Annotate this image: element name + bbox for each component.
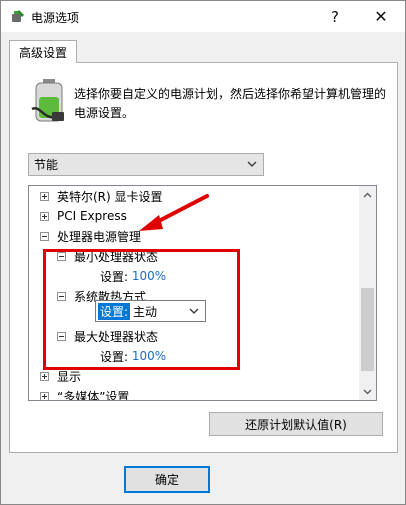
ok-button[interactable]: 确定 (124, 466, 210, 493)
close-button[interactable]: ✕ (359, 1, 403, 32)
min-processor-setting[interactable]: 设置: 100% (100, 266, 166, 286)
power-options-icon (12, 10, 24, 22)
scroll-down-button[interactable] (359, 383, 376, 400)
power-plan-value: 节能 (34, 158, 59, 172)
help-button[interactable]: ? (313, 1, 357, 32)
window-title: 电源选项 (31, 11, 80, 25)
expand-icon[interactable] (40, 211, 49, 221)
collapse-icon[interactable] (57, 291, 66, 301)
expand-icon[interactable] (40, 391, 49, 400)
tab-advanced-settings[interactable]: 高级设置 (9, 40, 77, 63)
tree-item-min-processor-state[interactable]: 最小处理器状态 (57, 246, 158, 266)
cooling-policy-select[interactable]: 设置: 主动 (95, 300, 206, 322)
tree-item-pci-express[interactable]: PCI Express (40, 206, 127, 226)
chevron-up-icon (363, 192, 372, 197)
expand-icon[interactable] (40, 371, 49, 381)
tree-item-multimedia[interactable]: “多媒体”设置 (40, 386, 129, 400)
cooling-policy-value: 主动 (133, 304, 158, 319)
settings-tree[interactable]: 英特尔(R) 显卡设置 PCI Express 处理器电源管理 最小处理器状态 … (28, 185, 377, 401)
advanced-settings-panel: 选择你要自定义的电源计划，然后选择你希望计算机管理的电源设置。 节能 英特尔(R… (9, 62, 398, 453)
battery-icon (31, 79, 64, 122)
setting-label: 设置: (98, 302, 131, 320)
power-plan-select[interactable]: 节能 (28, 153, 264, 176)
vertical-scrollbar[interactable] (359, 186, 376, 400)
title-bar: 电源选项 ? ✕ (1, 1, 405, 32)
chevron-down-icon (189, 308, 199, 314)
chevron-down-icon (247, 161, 257, 167)
tree-item-max-processor-state[interactable]: 最大处理器状态 (57, 326, 158, 346)
collapse-icon[interactable] (57, 331, 66, 341)
description-text: 选择你要自定义的电源计划，然后选择你希望计算机管理的电源设置。 (74, 87, 387, 120)
tree-item-processor-power[interactable]: 处理器电源管理 (40, 226, 141, 246)
tree-item-graphics[interactable]: 英特尔(R) 显卡设置 (40, 186, 163, 206)
max-processor-setting[interactable]: 设置: 100% (100, 346, 166, 366)
restore-defaults-button[interactable]: 还原计划默认值(R) (209, 412, 383, 436)
expand-icon[interactable] (40, 191, 49, 201)
collapse-icon[interactable] (40, 231, 49, 241)
scroll-up-button[interactable] (359, 186, 376, 203)
scrollbar-thumb[interactable] (361, 288, 374, 371)
collapse-icon[interactable] (57, 251, 66, 261)
chevron-down-icon (363, 389, 372, 394)
tree-item-display[interactable]: 显示 (40, 366, 81, 386)
power-options-window: 电源选项 ? ✕ 高级设置 选择你要自定义的电源计划，然后选择你希望计算机管理的… (0, 0, 406, 505)
